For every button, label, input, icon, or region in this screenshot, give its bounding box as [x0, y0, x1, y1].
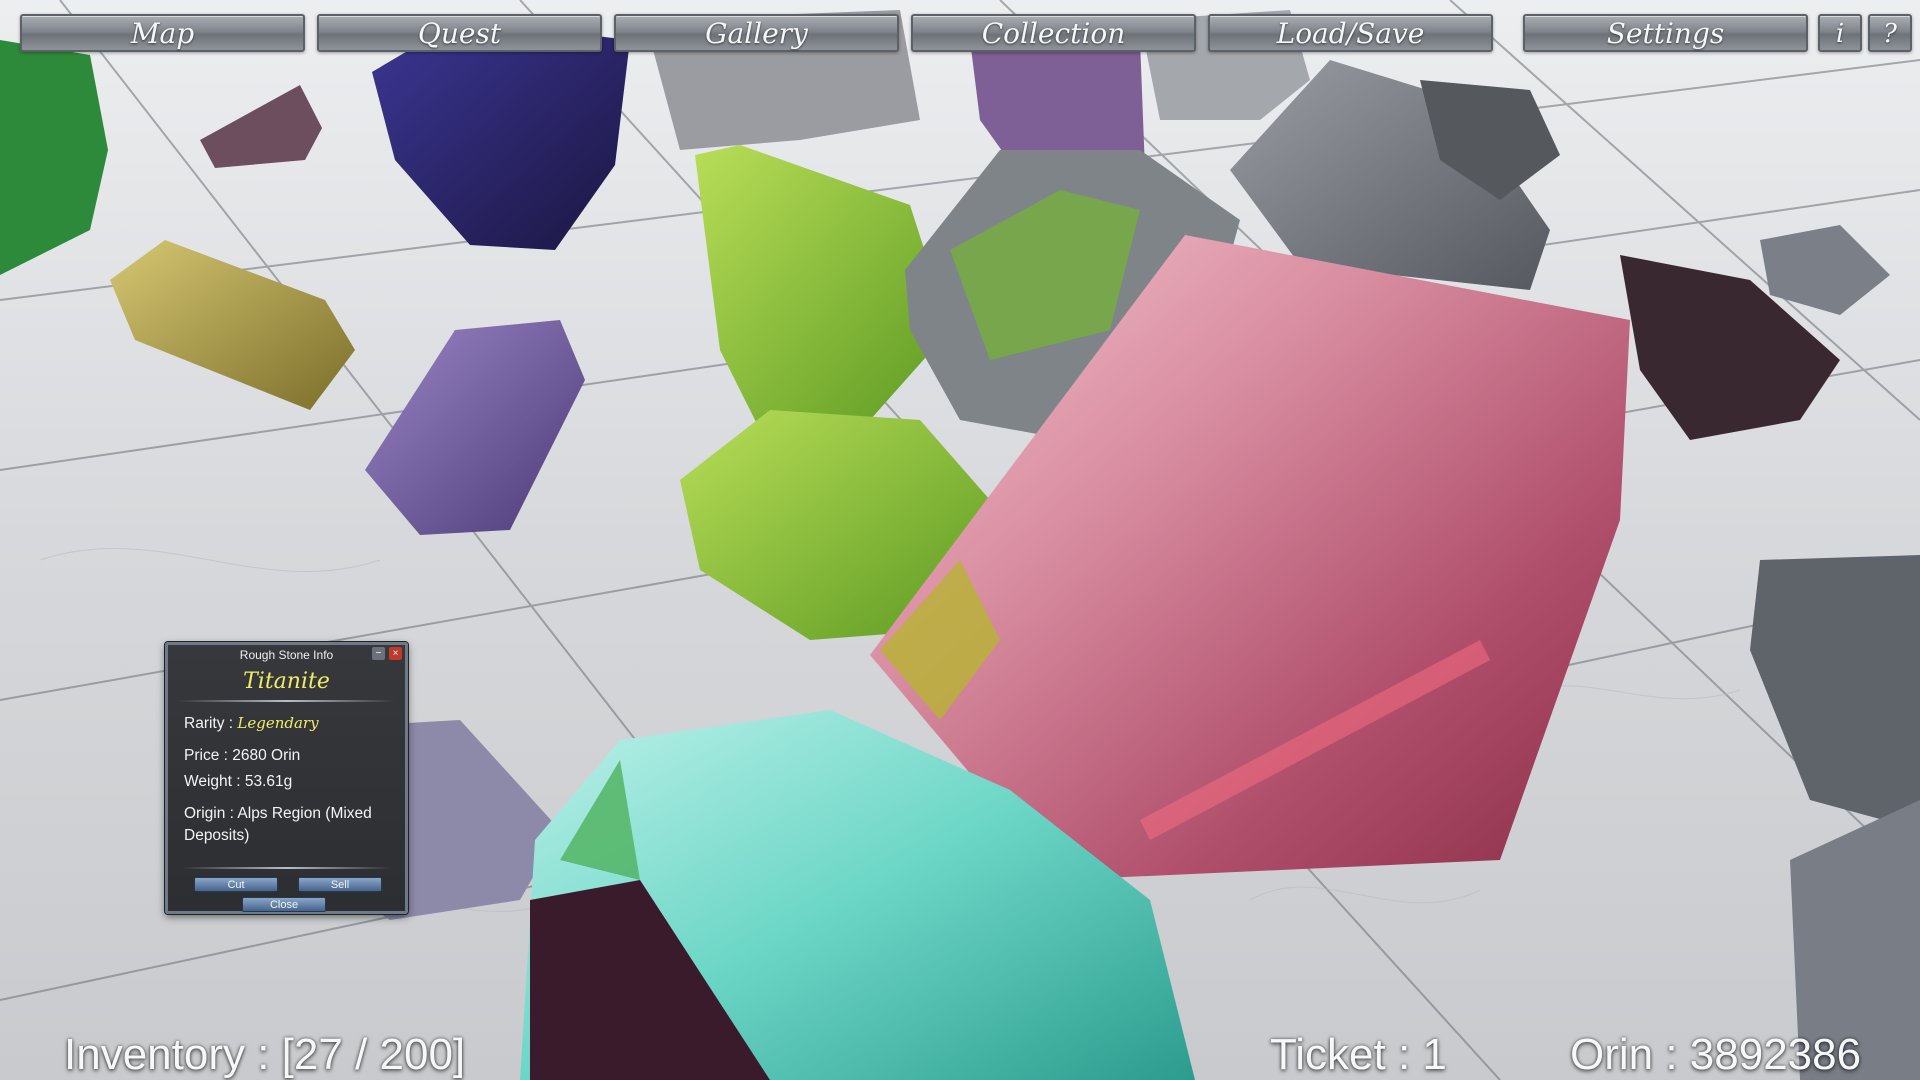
cut-button[interactable]: Cut: [194, 877, 278, 892]
rarity-label: Rarity :: [184, 715, 238, 732]
load-save-button[interactable]: Load/Save: [1208, 14, 1493, 52]
info-button[interactable]: i: [1818, 14, 1862, 52]
orin-balance: Orin : 3892386: [1570, 1030, 1862, 1079]
ticket-counter: Ticket : 1: [1270, 1030, 1447, 1079]
stone-scene: [0, 0, 1920, 1080]
gallery-button[interactable]: Gallery: [614, 14, 899, 52]
origin-text: Origin : Alps Region (Mixed Deposits): [184, 805, 372, 844]
price-text: Price : 2680 Orin: [184, 747, 301, 764]
minimize-icon[interactable]: −: [372, 647, 385, 660]
panel-title: Rough Stone Info: [239, 648, 334, 662]
rarity-row: Rarity : Legendary: [168, 712, 405, 735]
help-button[interactable]: ?: [1868, 14, 1912, 52]
rough-stone-info-panel: Rough Stone Info − × Titanite Rarity : L…: [165, 642, 408, 914]
divider: [178, 700, 395, 702]
map-button[interactable]: Map: [20, 14, 305, 52]
collection-button[interactable]: Collection: [911, 14, 1196, 52]
stone-scene-art: [0, 0, 1920, 1080]
sell-button[interactable]: Sell: [298, 877, 382, 892]
divider: [182, 867, 391, 869]
rarity-value: Legendary: [237, 714, 319, 732]
close-button[interactable]: Close: [242, 897, 326, 912]
quest-button[interactable]: Quest: [317, 14, 602, 52]
settings-button[interactable]: Settings: [1523, 14, 1808, 52]
inventory-counter: Inventory : [27 / 200]: [64, 1030, 466, 1079]
close-icon[interactable]: ×: [389, 647, 402, 660]
panel-titlebar[interactable]: Rough Stone Info − ×: [168, 645, 405, 665]
stone-name: Titanite: [243, 669, 330, 694]
weight-text: Weight : 53.61g: [184, 773, 293, 790]
